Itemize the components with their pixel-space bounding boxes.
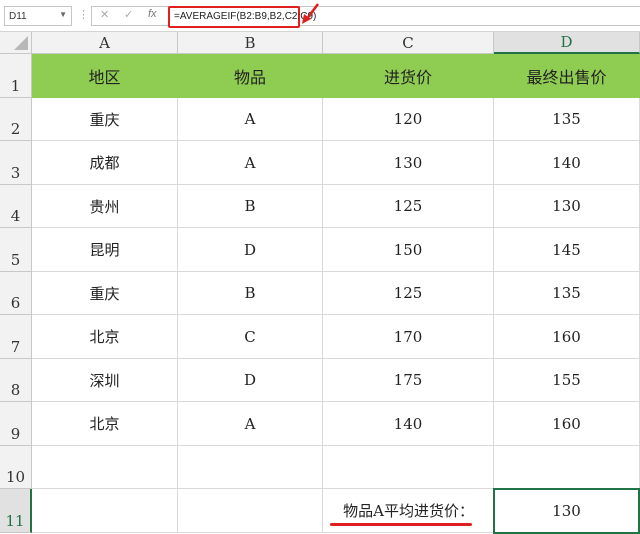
column-header-B[interactable]: B <box>178 32 323 54</box>
chevron-down-icon[interactable]: ▼ <box>59 10 67 19</box>
table-cell[interactable]: 160 <box>494 315 640 359</box>
table-cell[interactable]: 140 <box>494 141 640 185</box>
row-header-6[interactable]: 6 <box>0 272 32 315</box>
name-box[interactable]: D11 ▼ <box>4 6 72 26</box>
red-arrow-icon <box>302 3 319 24</box>
table-cell[interactable] <box>323 446 494 489</box>
table-cell[interactable]: 北京 <box>32 315 178 359</box>
table-cell[interactable]: C <box>178 315 323 359</box>
header-cell[interactable]: 进货价 <box>323 54 494 98</box>
table-cell[interactable]: 140 <box>323 402 494 446</box>
table-cell[interactable]: 135 <box>494 98 640 141</box>
row-header-9[interactable]: 9 <box>0 402 32 446</box>
table-cell[interactable]: 125 <box>323 185 494 228</box>
formula-input[interactable]: =AVERAGEIF(B2:B9,B2,C2:C9) <box>168 6 316 28</box>
table-cell[interactable]: 125 <box>323 272 494 315</box>
table-cell[interactable]: 130 <box>323 141 494 185</box>
header-cell[interactable]: 最终出售价 <box>494 54 640 98</box>
select-all-button[interactable] <box>0 32 32 54</box>
name-box-value: D11 <box>9 11 27 22</box>
table-cell[interactable] <box>178 489 323 533</box>
row-header-1[interactable]: 1 <box>0 54 32 98</box>
more-icon: ⋮ <box>78 9 89 21</box>
table-cell[interactable]: B <box>178 272 323 315</box>
table-cell[interactable]: B <box>178 185 323 228</box>
table-cell[interactable]: 120 <box>323 98 494 141</box>
table-cell[interactable]: 成都 <box>32 141 178 185</box>
table-cell[interactable]: 北京 <box>32 402 178 446</box>
enter-icon[interactable]: ✓ <box>124 8 133 21</box>
row-header-2[interactable]: 2 <box>0 98 32 141</box>
table-cell[interactable] <box>32 446 178 489</box>
table-cell[interactable]: 170 <box>323 315 494 359</box>
fx-icon[interactable]: fx <box>148 8 157 20</box>
table-cell[interactable] <box>32 489 178 533</box>
table-cell[interactable]: 150 <box>323 228 494 272</box>
formula-bar: D11 ▼ ⋮ ✕ ✓ fx =AVERAGEIF(B2:B9,B2,C2:C9) <box>0 0 640 32</box>
header-cell[interactable]: 物品 <box>178 54 323 98</box>
row-header-5[interactable]: 5 <box>0 228 32 272</box>
column-header-A[interactable]: A <box>32 32 178 54</box>
table-cell[interactable]: 昆明 <box>32 228 178 272</box>
header-cell[interactable]: 地区 <box>32 54 178 98</box>
table-cell[interactable] <box>178 446 323 489</box>
row-header-7[interactable]: 7 <box>0 315 32 359</box>
table-cell[interactable]: A <box>178 402 323 446</box>
table-cell[interactable]: 155 <box>494 359 640 402</box>
row-header-10[interactable]: 10 <box>0 446 32 489</box>
row-header-11[interactable]: 11 <box>0 489 32 533</box>
table-cell[interactable] <box>494 446 640 489</box>
row-header-4[interactable]: 4 <box>0 185 32 228</box>
row-header-3[interactable]: 3 <box>0 141 32 185</box>
table-cell[interactable]: D <box>178 359 323 402</box>
red-underline <box>330 523 472 526</box>
table-cell[interactable]: D <box>178 228 323 272</box>
row-header-8[interactable]: 8 <box>0 359 32 402</box>
table-cell[interactable]: 135 <box>494 272 640 315</box>
table-cell[interactable]: 160 <box>494 402 640 446</box>
column-header-D[interactable]: D <box>494 32 640 54</box>
table-cell[interactable]: A <box>178 141 323 185</box>
table-cell[interactable]: A <box>178 98 323 141</box>
table-cell[interactable]: 130 <box>494 185 640 228</box>
column-header-C[interactable]: C <box>323 32 494 54</box>
cancel-icon[interactable]: ✕ <box>100 8 109 21</box>
table-cell[interactable]: 145 <box>494 228 640 272</box>
summary-label[interactable]: 物品A平均进货价： <box>323 489 494 533</box>
selected-cell-d11[interactable] <box>493 488 640 534</box>
table-cell[interactable]: 深圳 <box>32 359 178 402</box>
table-cell[interactable]: 175 <box>323 359 494 402</box>
table-cell[interactable]: 重庆 <box>32 272 178 315</box>
table-cell[interactable]: 贵州 <box>32 185 178 228</box>
table-cell[interactable]: 重庆 <box>32 98 178 141</box>
